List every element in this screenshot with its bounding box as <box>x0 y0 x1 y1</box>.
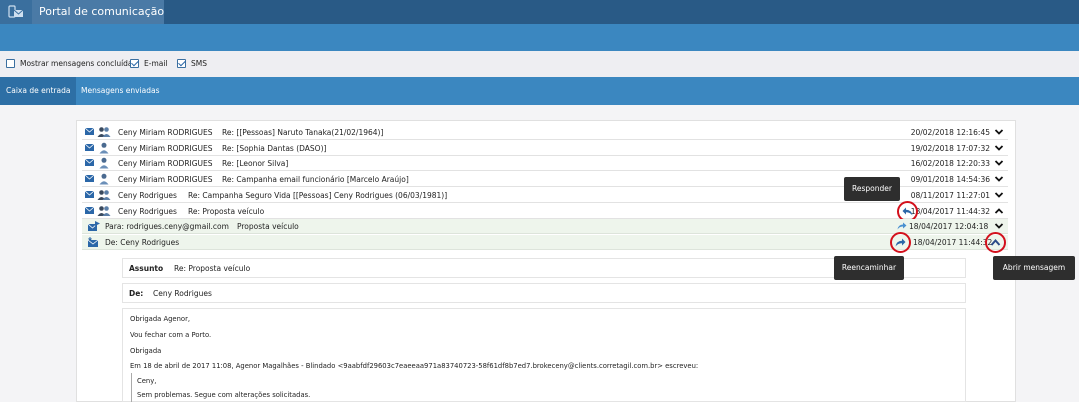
message-from: Ceny Miriam RODRIGUES <box>118 159 213 168</box>
quote-bar <box>131 373 133 402</box>
envelope-phone-icon <box>8 5 24 18</box>
filter-bar: Mostrar mensagens concluídas E-mail SMS <box>0 51 1079 77</box>
message-from: Ceny Rodrigues <box>118 191 177 200</box>
sent-subject: Proposta veículo <box>237 222 299 231</box>
tab-bar: Caixa de entrada Mensagens enviadas <box>0 77 1079 105</box>
message-row-expanded[interactable]: Ceny Rodrigues Re: Proposta veículo 18/0… <box>82 204 1008 219</box>
message-date: 20/02/2018 12:16:45 <box>910 128 990 137</box>
forward-icon[interactable] <box>895 238 906 247</box>
tab-inbox[interactable]: Caixa de entrada <box>0 77 77 105</box>
filter-completed[interactable]: Mostrar mensagens concluídas <box>6 59 136 68</box>
chevron-down-icon[interactable] <box>994 127 1004 137</box>
envelope-icon <box>85 159 94 166</box>
message-row[interactable]: Ceny Miriam RODRIGUES Re: [[Pessoas] Nar… <box>82 125 1008 140</box>
envelope-icon <box>85 128 94 135</box>
envelope-icon <box>85 191 94 198</box>
message-date: 19/02/2018 17:07:32 <box>910 144 990 153</box>
message-row[interactable]: Ceny Miriam RODRIGUES Re: [Sophia Dantas… <box>82 141 1008 156</box>
quote-line: Sem problemas. Segue com alterações soli… <box>137 391 311 399</box>
chevron-up-icon[interactable] <box>994 206 1004 216</box>
chevron-down-icon[interactable] <box>994 158 1004 168</box>
filter-sms[interactable]: SMS <box>177 59 207 68</box>
envelope-icon <box>85 207 94 214</box>
sent-mail-icon <box>88 221 100 231</box>
quote-line: Ceny, <box>137 377 157 385</box>
inbox-mail-icon <box>88 237 99 247</box>
message-date: 09/01/2018 14:54:36 <box>910 175 990 184</box>
body-line: Vou fechar com a Porto. <box>130 331 212 339</box>
from-label: De: <box>129 289 144 298</box>
people-icon <box>97 190 111 200</box>
thread-received-row[interactable]: De: Ceny Rodrigues 18/04/2017 11:44:32 <box>82 235 1008 250</box>
chevron-down-icon[interactable] <box>994 221 1004 231</box>
from-value: Ceny Rodrigues <box>153 289 212 298</box>
people-icon <box>97 206 111 216</box>
filter-email-label: E-mail <box>144 59 168 68</box>
chevron-up-icon[interactable] <box>990 238 1001 247</box>
sms-checkbox[interactable] <box>177 59 186 68</box>
message-from: Ceny Rodrigues <box>118 207 177 216</box>
page-title: Portal de comunicação <box>39 5 165 18</box>
message-from: Ceny Miriam RODRIGUES <box>118 128 213 137</box>
detail-from-box: De: Ceny Rodrigues <box>122 283 966 303</box>
tab-sent[interactable]: Mensagens enviadas <box>75 77 166 105</box>
forward-small-icon[interactable] <box>897 222 907 230</box>
sent-date: 18/04/2017 12:04:18 <box>909 222 989 231</box>
message-subject: Re: Campanha Seguro Vida [[Pessoas] Ceny… <box>188 191 448 200</box>
message-subject: Re: Proposta veículo <box>188 207 265 216</box>
message-body: Obrigada Agenor, Vou fechar com a Porto.… <box>122 308 966 402</box>
subject-label: Assunto <box>129 264 164 273</box>
open-message-tooltip: Abrir mensagem <box>993 256 1075 280</box>
received-from: De: Ceny Rodrigues <box>105 238 180 247</box>
message-from: Ceny Miriam RODRIGUES <box>118 175 213 184</box>
completed-checkbox[interactable] <box>6 59 15 68</box>
message-row[interactable]: Ceny Miriam RODRIGUES Re: [Leonor Silva]… <box>82 156 1008 171</box>
filter-email[interactable]: E-mail <box>130 59 168 68</box>
filter-completed-label: Mostrar mensagens concluídas <box>20 59 137 68</box>
body-line: Obrigada <box>130 347 162 355</box>
thread-sent-row[interactable]: Para: rodrigues.ceny@gmail.com Proposta … <box>82 219 1008 234</box>
portal-logo <box>0 0 32 24</box>
message-subject: Re: [[Pessoas] Naruto Tanaka(21/02/1964)… <box>222 128 384 137</box>
people-icon <box>97 127 111 137</box>
message-subject: Re: [Leonor Silva] <box>222 159 289 168</box>
body-line: Em 18 de abril de 2017 11:08, Agenor Mag… <box>130 362 699 370</box>
received-date: 18/04/2017 11:44:32 <box>913 238 993 247</box>
chevron-down-icon[interactable] <box>994 174 1004 184</box>
reply-icon[interactable] <box>902 207 913 216</box>
filter-sms-label: SMS <box>191 59 207 68</box>
chevron-down-icon[interactable] <box>994 143 1004 153</box>
envelope-icon <box>85 144 94 151</box>
forward-tooltip: Reencaminhar <box>834 256 904 280</box>
message-date: 16/02/2018 12:20:33 <box>910 159 990 168</box>
message-from: Ceny Miriam RODRIGUES <box>118 144 213 153</box>
toolbar-strip <box>0 24 1079 51</box>
sent-to: Para: rodrigues.ceny@gmail.com <box>105 222 229 231</box>
email-checkbox[interactable] <box>130 59 139 68</box>
message-subject: Re: [Sophia Dantas (DASO)] <box>222 144 327 153</box>
person-icon <box>99 173 109 185</box>
subject-value: Re: Proposta veículo <box>174 264 251 273</box>
app-header: Portal de comunicação <box>0 0 1079 24</box>
reply-tooltip: Responder <box>844 177 900 201</box>
body-line: Obrigada Agenor, <box>130 315 191 323</box>
person-icon <box>99 142 109 154</box>
person-icon <box>99 157 109 169</box>
chevron-down-icon[interactable] <box>994 190 1004 200</box>
message-date: 18/04/2017 11:44:32 <box>910 207 990 216</box>
envelope-icon <box>85 175 94 182</box>
message-subject: Re: Campanha email funcionário [Marcelo … <box>222 175 409 184</box>
message-date: 08/11/2017 11:27:01 <box>910 191 990 200</box>
